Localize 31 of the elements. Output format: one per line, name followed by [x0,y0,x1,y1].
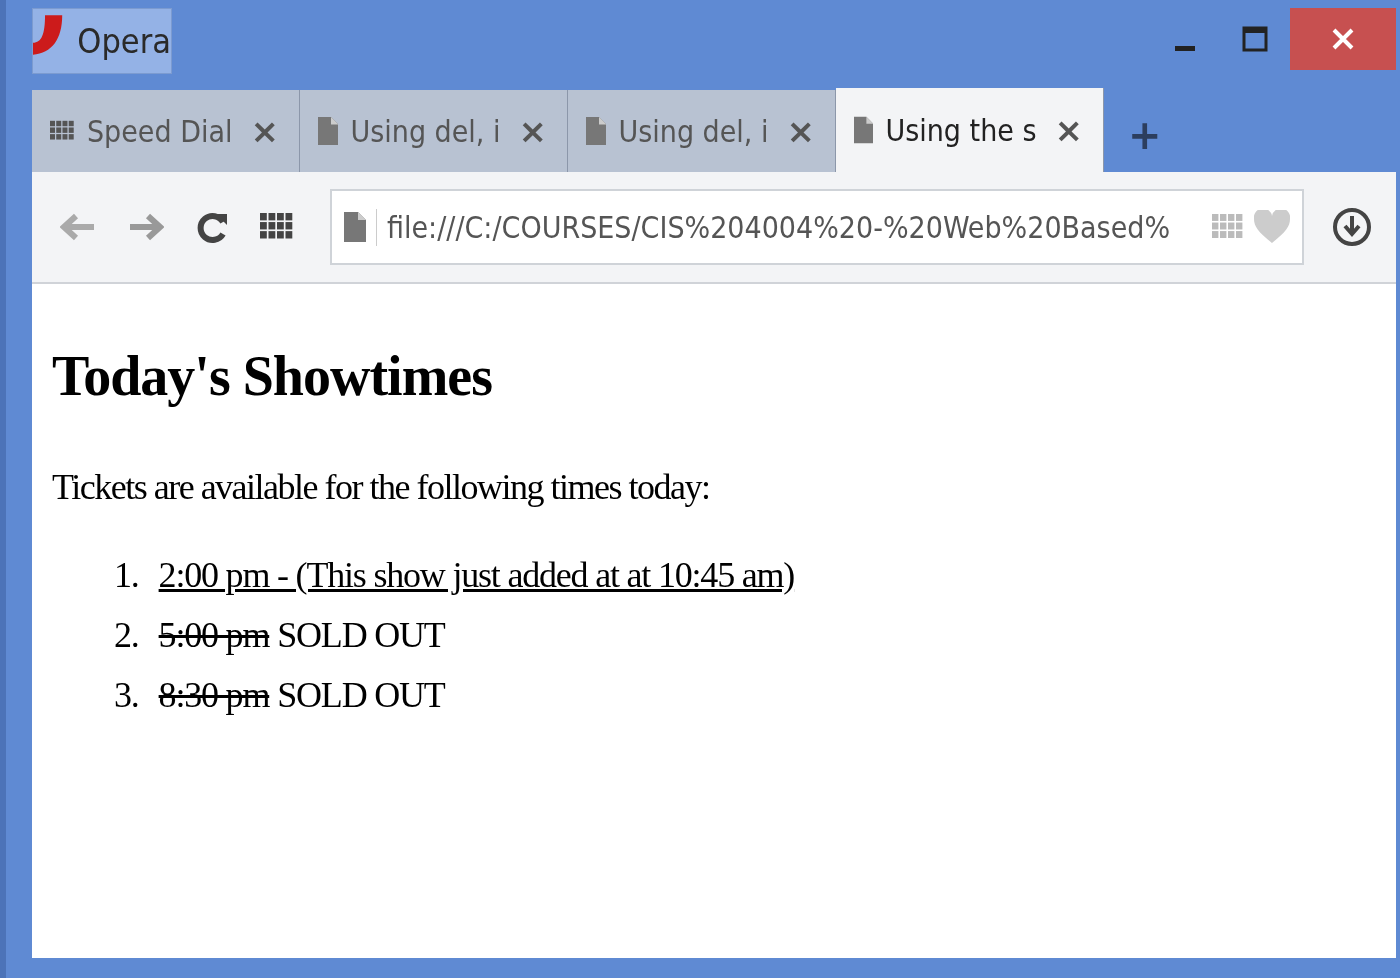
grid-icon [1212,214,1244,240]
page-icon [854,115,874,145]
close-button[interactable] [1290,8,1396,70]
list-number: 1. [114,554,139,597]
tab-close-button[interactable]: × [780,111,821,151]
new-tab-button[interactable]: + [1122,112,1168,158]
page-icon [344,212,366,242]
tab-close-button[interactable]: × [1048,110,1089,150]
list-number: 2. [114,614,139,657]
close-icon [1331,27,1355,51]
sold-out-label: SOLD OUT [277,614,445,657]
page-heading: Today's Showtimes [52,344,493,408]
maximize-icon [1242,26,1268,52]
page-icon [318,116,339,146]
browser-tab[interactable]: Using the s × [836,88,1104,172]
browser-tab[interactable]: Speed Dial × [32,90,300,172]
opera-menu-button[interactable]: Opera [32,8,172,74]
tab-close-button[interactable]: × [244,111,285,151]
intro-text: Tickets are available for the following times today: [52,466,711,508]
browser-tab[interactable]: Using del, i × [300,90,568,172]
browser-tab[interactable]: Using del, i × [568,90,836,172]
minimize-icon [1175,45,1195,51]
inserted-showtime: 2:00 pm - (This show just added at at 10:45 am) [158,554,795,597]
list-number: 3. [114,674,139,717]
grid-icon [260,213,294,241]
deleted-showtime: 5:00 pm [158,614,270,657]
page-icon [586,116,607,146]
tab-close-button[interactable]: × [512,111,553,151]
sold-out-label: SOLD OUT [277,674,445,717]
address-bar[interactable]: file:///C:/COURSES/CIS%204004%20-%20Web%20Based% [330,189,1304,265]
deleted-showtime: 8:30 pm [158,674,270,717]
